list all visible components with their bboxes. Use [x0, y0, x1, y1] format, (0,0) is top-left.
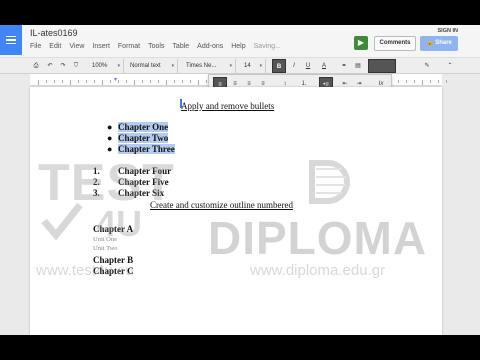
comment-icon[interactable]: ▤ [352, 59, 364, 73]
formatting-toolbar: ⎙ ↶ ↷ ⛉ 100% Normal text Times Ne... 14 … [0, 57, 480, 74]
menu-table[interactable]: Table [172, 43, 189, 50]
share-button[interactable]: 🔒 Share [420, 36, 458, 51]
bullet-item-text: Chapter One [118, 122, 169, 132]
menu-view[interactable]: View [69, 43, 84, 50]
numbered-item-text: Chapter Six [118, 188, 165, 198]
menu-tools[interactable]: Tools [148, 43, 164, 50]
style-select[interactable]: Normal text [128, 59, 178, 73]
ruler-tick [150, 80, 151, 83]
present-icon[interactable]: ▶ [354, 36, 368, 50]
ruler-tick [446, 80, 447, 83]
ruler-tick [430, 80, 431, 83]
bold-button[interactable]: B [272, 59, 286, 73]
ruler-tick [398, 80, 399, 83]
comments-button[interactable]: Comments [374, 36, 416, 51]
ruler-tick [182, 80, 183, 83]
share-label: Share [435, 40, 452, 46]
bullet-item: ● Chapter Two [107, 133, 169, 143]
link-icon[interactable]: ⚭ [338, 59, 350, 73]
ruler-tick [166, 80, 167, 85]
ruler-tick [142, 80, 143, 83]
docs-menu-icon[interactable] [0, 25, 22, 55]
document-page[interactable]: Apply and remove bullets ● Chapter One ● C… [30, 87, 442, 335]
zoom-select[interactable]: 100% [90, 59, 124, 73]
menu-help[interactable]: Help [231, 43, 245, 50]
print-icon[interactable]: ⎙ [30, 59, 42, 73]
ruler-tick [406, 80, 407, 83]
sign-in-link[interactable]: SIGN IN [438, 28, 458, 34]
ruler-tick [38, 80, 39, 85]
collapse-toolbar-icon[interactable]: ⌃ [444, 59, 456, 73]
menu-file[interactable]: File [30, 43, 41, 50]
numbered-item-text: Chapter Five [118, 177, 169, 187]
bullet-item-text: Chapter Two [118, 133, 169, 143]
outline-item: Chapter C [93, 266, 134, 276]
ruler-tick [134, 80, 135, 85]
ruler-tick [174, 80, 175, 83]
ruler-tick [414, 80, 415, 83]
ruler-tick [198, 80, 199, 85]
menu-bar: File Edit View Insert Format Tools Table… [30, 43, 281, 50]
indent-marker-icon[interactable]: ▾ [114, 76, 117, 83]
ruler-tick [46, 80, 47, 83]
heading-apply-bullets: Apply and remove bullets [181, 101, 275, 111]
outline-subitem: Unit Two [93, 245, 118, 252]
bullet-item-text: Chapter Three [118, 144, 175, 154]
lock-icon: 🔒 [426, 40, 436, 46]
menu-insert[interactable]: Insert [92, 43, 110, 50]
ruler-tick [438, 80, 439, 83]
document-title[interactable]: IL-ates0169 [30, 28, 78, 38]
ruler-tick [190, 80, 191, 83]
bullet-item: ● Chapter One [107, 122, 169, 132]
heading-outline-numbered: Create and customize outline numbered [150, 200, 293, 210]
paint-format-icon[interactable]: ⛉ [70, 59, 82, 73]
save-status: Saving... [253, 43, 281, 50]
ruler-tick [206, 80, 207, 83]
outline-subitem: Unit One [93, 236, 118, 243]
numbered-item-text: Chapter Four [118, 166, 172, 176]
ruler-tick [422, 80, 423, 85]
pencil-icon[interactable]: ✎ [420, 59, 434, 73]
app-window: IL-ates0169 File Edit View Insert Format… [0, 25, 480, 335]
ruler-tick [118, 80, 119, 83]
menu-edit[interactable]: Edit [49, 43, 61, 50]
font-size-select[interactable]: 14 [242, 59, 266, 73]
redo-icon[interactable]: ↷ [57, 59, 69, 73]
ruler-tick [158, 80, 159, 83]
undo-icon[interactable]: ↶ [44, 59, 56, 73]
outline-item: Chapter A [93, 224, 134, 234]
bullet-item: ● Chapter Three [107, 144, 175, 154]
ruler-tick [110, 80, 111, 83]
font-select[interactable]: Times Ne... [184, 59, 236, 73]
underline-button[interactable]: U [302, 59, 314, 73]
ruler-tick [126, 80, 127, 83]
ruler-tick [62, 80, 63, 83]
menu-format[interactable]: Format [118, 43, 140, 50]
numbered-item: 3. Chapter Six [93, 188, 165, 198]
ruler-tick [78, 80, 79, 83]
more-tools-button[interactable] [368, 59, 396, 73]
italic-button[interactable]: I [288, 59, 300, 73]
numbered-item: 1. Chapter Four [93, 166, 172, 176]
menu-addons[interactable]: Add-ons [197, 43, 223, 50]
text-color-button[interactable]: A [316, 59, 332, 73]
ruler-tick [94, 80, 95, 83]
docs-header: IL-ates0169 File Edit View Insert Format… [0, 25, 480, 57]
ruler-tick [70, 80, 71, 85]
numbered-item: 2. Chapter Five [93, 177, 169, 187]
ruler-tick [86, 80, 87, 83]
outline-item: Chapter B [93, 255, 134, 265]
ruler-tick [102, 80, 103, 85]
ruler-tick [54, 80, 55, 83]
